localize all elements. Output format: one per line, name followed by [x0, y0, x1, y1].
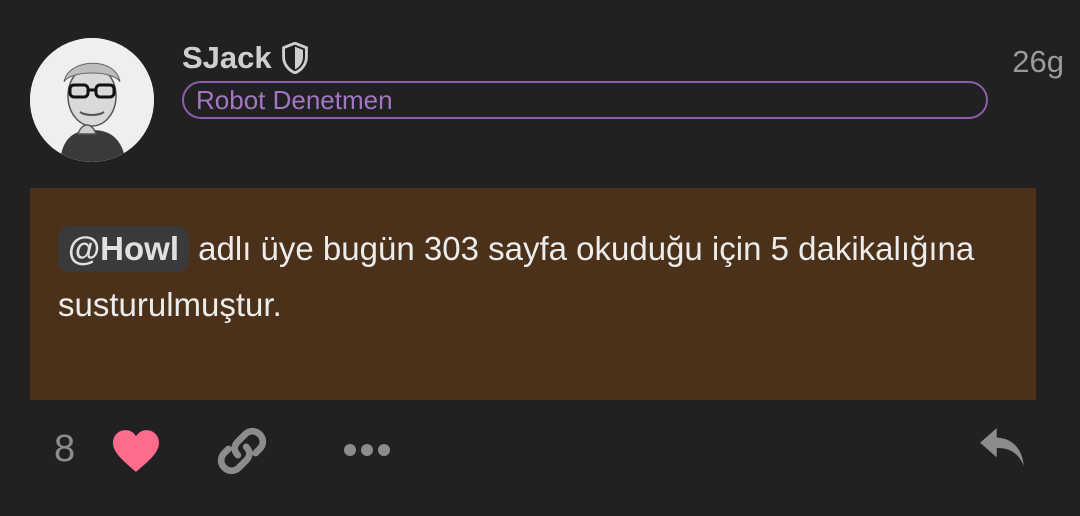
avatar-image	[30, 38, 154, 162]
avatar[interactable]	[30, 38, 154, 162]
post-timestamp[interactable]: 26g	[1012, 44, 1064, 80]
more-icon[interactable]	[342, 440, 392, 460]
username[interactable]: SJack	[182, 40, 272, 76]
like-count[interactable]: 8	[54, 428, 75, 471]
user-title-badge: Robot Denetmen	[182, 81, 988, 119]
post-actions: 8	[0, 424, 1080, 484]
link-icon[interactable]	[216, 426, 268, 476]
user-mention[interactable]: @Howl	[58, 226, 190, 272]
post-text: @Howl adlı üye bugün 303 sayfa okuduğu i…	[58, 221, 976, 333]
shield-icon	[281, 42, 308, 74]
post-body: @Howl adlı üye bugün 303 sayfa okuduğu i…	[30, 188, 1036, 400]
post-author[interactable]: SJack	[182, 40, 310, 76]
heart-icon[interactable]	[110, 428, 162, 474]
reply-icon[interactable]	[978, 426, 1028, 472]
post-message: adlı üye bugün 303 sayfa okuduğu için 5 …	[58, 230, 975, 323]
